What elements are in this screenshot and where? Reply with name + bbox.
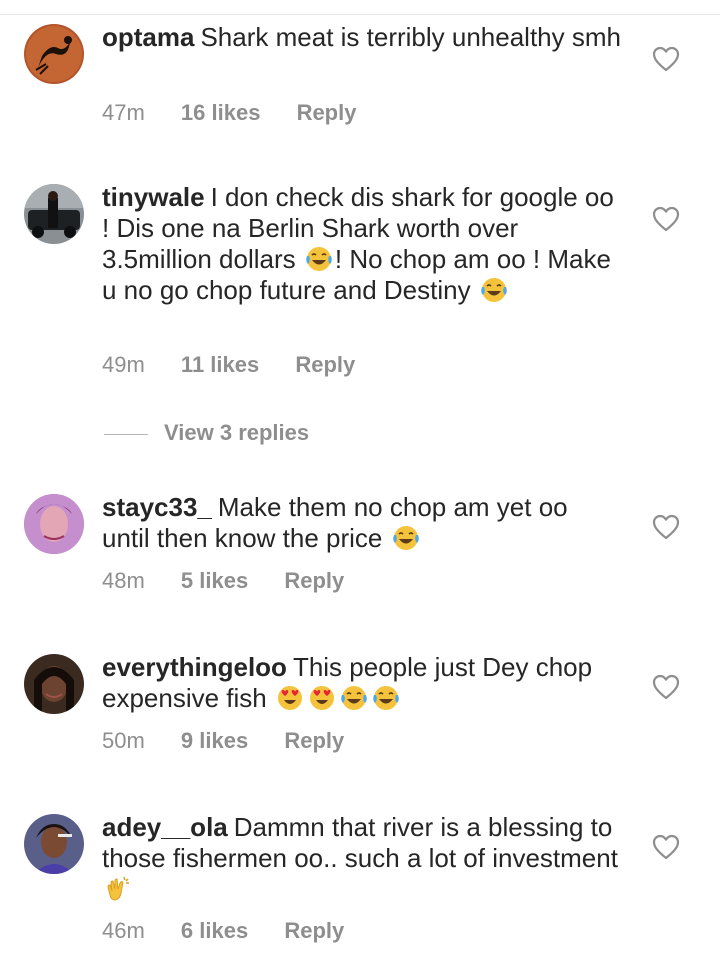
tears-of-joy-emoji <box>341 686 367 710</box>
avatar[interactable] <box>24 494 84 554</box>
comment-meta: 47m 16 likes Reply <box>102 100 386 126</box>
comment-username[interactable]: optama <box>102 22 194 52</box>
comment-content: Shark meat is terribly unhealthy smh <box>200 22 621 52</box>
avatar[interactable] <box>24 184 84 244</box>
avatar[interactable] <box>24 24 84 84</box>
tears-of-joy-emoji <box>481 278 507 302</box>
heart-outline-icon[interactable] <box>652 46 680 72</box>
comment-likes[interactable]: 16 likes <box>181 100 261 126</box>
comment-time: 50m <box>102 728 145 753</box>
comment-username[interactable]: adey__ola <box>102 812 228 842</box>
avatar[interactable] <box>24 654 84 714</box>
heart-eyes-emoji <box>278 686 302 710</box>
clapping-hands-emoji <box>107 876 129 901</box>
comment-likes[interactable]: 6 likes <box>181 918 248 944</box>
heart-eyes-emoji <box>310 686 334 710</box>
comment-likes[interactable]: 5 likes <box>181 568 248 594</box>
reply-button[interactable]: Reply <box>284 568 344 594</box>
heart-outline-icon[interactable] <box>652 834 680 860</box>
comment-time: 48m <box>102 568 145 593</box>
comment-text: optama Shark meat is terribly unhealthy s… <box>102 22 622 53</box>
replies-divider <box>104 433 148 435</box>
comment-time: 49m <box>102 352 145 377</box>
comment-username[interactable]: tinywale <box>102 182 205 212</box>
comment-time: 47m <box>102 100 145 125</box>
tears-of-joy-emoji <box>373 686 399 710</box>
comment-text: stayc33_ Make them no chop am yet oo unti… <box>102 492 622 554</box>
comment-meta: 48m 5 likes Reply <box>102 568 374 594</box>
avatar[interactable] <box>24 814 84 874</box>
comment-text: everythingeloo This people just Dey chop … <box>102 652 622 714</box>
comment-username[interactable]: everythingeloo <box>102 652 287 682</box>
comment-time: 46m <box>102 918 145 943</box>
reply-button[interactable]: Reply <box>284 728 344 754</box>
comment-text: adey__ola Dammn that river is a blessing … <box>102 812 622 905</box>
reply-button[interactable]: Reply <box>297 100 357 126</box>
top-divider <box>0 14 720 15</box>
reply-button[interactable]: Reply <box>284 918 344 944</box>
view-replies-button[interactable]: View 3 replies <box>104 420 309 446</box>
comment-username[interactable]: stayc33_ <box>102 492 212 522</box>
comment-meta: 46m 6 likes Reply <box>102 918 374 944</box>
view-replies-label: View 3 replies <box>164 420 310 445</box>
heart-outline-icon[interactable] <box>652 514 680 540</box>
comment-likes[interactable]: 11 likes <box>181 352 259 378</box>
reply-button[interactable]: Reply <box>295 352 355 378</box>
comment-meta: 50m 9 likes Reply <box>102 728 374 754</box>
heart-outline-icon[interactable] <box>652 674 680 700</box>
comment-likes[interactable]: 9 likes <box>181 728 248 754</box>
heart-outline-icon[interactable] <box>652 206 680 232</box>
comment-text: tinywale I don check dis shark for google… <box>102 182 622 306</box>
comment-meta: 49m 11 likes Reply <box>102 352 385 378</box>
tears-of-joy-emoji <box>392 526 419 550</box>
tears-of-joy-emoji <box>306 247 332 271</box>
